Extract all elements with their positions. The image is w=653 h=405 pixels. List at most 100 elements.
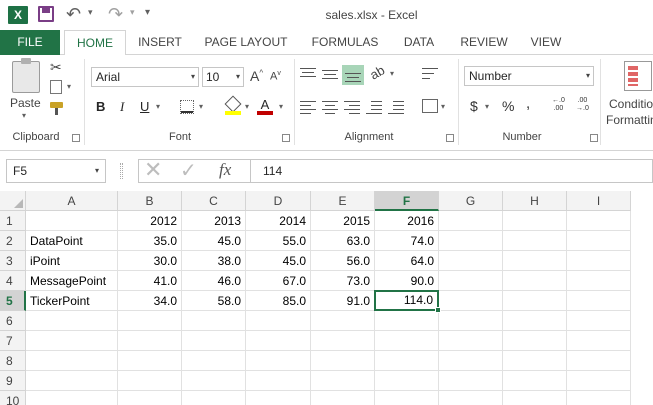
cell-d3[interactable]: 45.0 (246, 251, 311, 271)
tab-view[interactable]: VIEW (522, 30, 570, 55)
copy-dropdown-icon[interactable]: ▾ (67, 82, 71, 91)
align-left-icon[interactable] (300, 100, 316, 114)
enter-icon[interactable]: ✓ (180, 158, 197, 183)
tab-home[interactable]: HOME (64, 30, 126, 56)
cell-c7[interactable] (182, 331, 246, 351)
cell-h4[interactable] (503, 271, 567, 291)
row-header-3[interactable]: 3 (0, 251, 26, 271)
increase-decimal-button[interactable]: ←.0.00 (552, 97, 565, 113)
borders-dropdown-icon[interactable]: ▾ (199, 102, 203, 111)
cell-a3[interactable]: iPoint (26, 251, 118, 271)
cell-e9[interactable] (311, 371, 375, 391)
cell-a7[interactable] (26, 331, 118, 351)
align-middle-icon[interactable] (322, 67, 338, 81)
cell-f1[interactable]: 2016 (375, 211, 439, 231)
fill-handle[interactable] (435, 307, 441, 313)
row-header-9[interactable]: 9 (0, 371, 26, 391)
cell-d6[interactable] (246, 311, 311, 331)
cell-b9[interactable] (118, 371, 182, 391)
row-header-1[interactable]: 1 (0, 211, 26, 231)
clipboard-launcher-icon[interactable] (72, 134, 80, 142)
column-header-b[interactable]: B (118, 191, 182, 211)
tab-formulas[interactable]: FORMULAS (306, 30, 384, 55)
cell-a9[interactable] (26, 371, 118, 391)
cell-b8[interactable] (118, 351, 182, 371)
cell-g4[interactable] (439, 271, 503, 291)
worksheet-grid[interactable]: A B C D E F G H I 1 2012 2013 2014 2015 2016 2 DataPoint… (0, 191, 653, 405)
tab-file[interactable]: FILE (0, 30, 60, 55)
conditional-formatting-label-2[interactable]: Formattin (606, 113, 653, 127)
cell-c2[interactable]: 45.0 (182, 231, 246, 251)
cell-f3[interactable]: 64.0 (375, 251, 439, 271)
cell-e5[interactable]: 91.0 (311, 291, 375, 311)
cell-g1[interactable] (439, 211, 503, 231)
cell-f4[interactable]: 90.0 (375, 271, 439, 291)
cell-g7[interactable] (439, 331, 503, 351)
cell-f2[interactable]: 74.0 (375, 231, 439, 251)
cell-e3[interactable]: 56.0 (311, 251, 375, 271)
orientation-dropdown-icon[interactable]: ▾ (390, 69, 394, 78)
cell-a10[interactable] (26, 391, 118, 405)
cell-b6[interactable] (118, 311, 182, 331)
cell-h9[interactable] (503, 371, 567, 391)
merge-center-icon[interactable] (422, 99, 438, 113)
cell-e4[interactable]: 73.0 (311, 271, 375, 291)
format-painter-icon[interactable] (50, 102, 64, 115)
cell-c8[interactable] (182, 351, 246, 371)
wrap-text-icon[interactable] (422, 67, 438, 81)
decrease-decimal-button[interactable]: .00 →.0 (576, 97, 589, 113)
paste-icon[interactable] (12, 58, 40, 93)
column-header-e[interactable]: E (311, 191, 375, 211)
cell-h3[interactable] (503, 251, 567, 271)
cell-g5[interactable] (439, 291, 503, 311)
cell-g2[interactable] (439, 231, 503, 251)
cell-h1[interactable] (503, 211, 567, 231)
cell-f10[interactable] (375, 391, 439, 405)
fill-color-icon[interactable] (225, 98, 241, 115)
column-header-a[interactable]: A (26, 191, 118, 211)
row-header-6[interactable]: 6 (0, 311, 26, 331)
cell-i1[interactable] (567, 211, 631, 231)
comma-style-button[interactable]: , (526, 95, 530, 112)
cell-e7[interactable] (311, 331, 375, 351)
cell-g9[interactable] (439, 371, 503, 391)
font-color-icon[interactable]: A (257, 97, 273, 115)
cell-d4[interactable]: 67.0 (246, 271, 311, 291)
font-launcher-icon[interactable] (282, 134, 290, 142)
cell-h5[interactable] (503, 291, 567, 311)
formula-input[interactable]: 114 (250, 159, 653, 183)
cancel-icon[interactable]: ✕ (144, 157, 162, 183)
row-header-2[interactable]: 2 (0, 231, 26, 251)
cell-i4[interactable] (567, 271, 631, 291)
cell-h6[interactable] (503, 311, 567, 331)
copy-icon[interactable] (50, 80, 62, 94)
merge-dropdown-icon[interactable]: ▾ (441, 102, 445, 111)
cell-d10[interactable] (246, 391, 311, 405)
cell-g8[interactable] (439, 351, 503, 371)
column-header-f[interactable]: F (375, 191, 439, 211)
cell-f8[interactable] (375, 351, 439, 371)
row-header-4[interactable]: 4 (0, 271, 26, 291)
cell-c1[interactable]: 2013 (182, 211, 246, 231)
column-header-d[interactable]: D (246, 191, 311, 211)
row-header-7[interactable]: 7 (0, 331, 26, 351)
align-bottom-icon[interactable] (342, 65, 364, 85)
underline-button[interactable]: U (140, 99, 149, 114)
cell-b3[interactable]: 30.0 (118, 251, 182, 271)
column-header-i[interactable]: I (567, 191, 631, 211)
cell-i5[interactable] (567, 291, 631, 311)
borders-icon[interactable] (180, 100, 194, 114)
cell-b1[interactable]: 2012 (118, 211, 182, 231)
align-top-icon[interactable] (300, 67, 316, 81)
cell-i9[interactable] (567, 371, 631, 391)
tab-data[interactable]: DATA (394, 30, 444, 55)
number-format-dropdown[interactable]: Number ▾ (464, 66, 594, 86)
cell-b10[interactable] (118, 391, 182, 405)
cell-e8[interactable] (311, 351, 375, 371)
cell-i2[interactable] (567, 231, 631, 251)
accounting-dropdown-icon[interactable]: ▾ (485, 102, 489, 111)
insert-function-icon[interactable]: fx (219, 160, 231, 180)
cell-e10[interactable] (311, 391, 375, 405)
decrease-indent-icon[interactable] (366, 100, 382, 114)
alignment-launcher-icon[interactable] (446, 134, 454, 142)
